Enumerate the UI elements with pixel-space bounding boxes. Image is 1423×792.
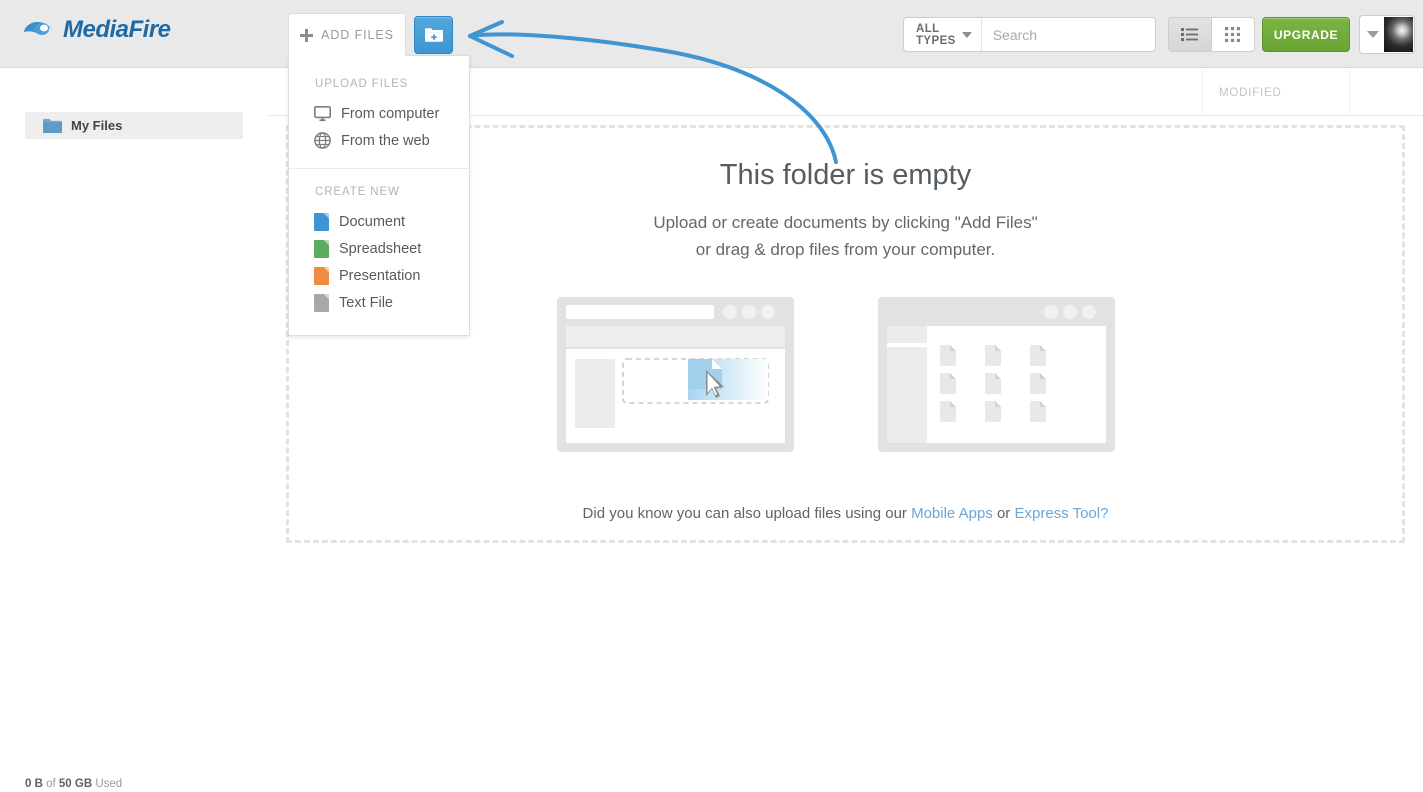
menu-section-create-new-title: CREATE NEW <box>315 186 400 198</box>
mediafire-flame-logo-icon <box>24 22 51 35</box>
sidebar: My Files 0 B of 50 GB Used <box>0 69 268 792</box>
sidebar-item-my-files[interactable]: My Files <box>25 112 243 139</box>
sidebar-item-label: My Files <box>71 118 123 133</box>
menu-item-label: From the web <box>341 132 430 149</box>
menu-item-spreadsheet[interactable]: Spreadsheet <box>289 235 471 262</box>
browser-file-grid-illustration <box>878 297 1115 452</box>
menu-item-label: Document <box>339 213 406 230</box>
storage-total: 50 GB <box>58 778 93 790</box>
storage-of-label: of <box>46 778 56 790</box>
hint-prefix: Did you know you can also upload files u… <box>582 505 912 522</box>
menu-divider <box>289 168 471 169</box>
menu-item-from-computer[interactable]: From computer <box>289 100 471 127</box>
globe-icon <box>314 132 331 149</box>
type-filter-dropdown[interactable]: ALL TYPES <box>904 18 982 51</box>
menu-item-label: Text File <box>339 294 393 311</box>
hint-middle: or <box>992 505 1015 522</box>
chevron-down-icon <box>1367 31 1379 38</box>
express-tool-link[interactable]: Express Tool? <box>1014 505 1108 522</box>
menu-item-from-the-web[interactable]: From the web <box>289 127 471 154</box>
add-files-label: ADD FILES <box>321 28 394 42</box>
upgrade-button[interactable]: UPGRADE <box>1262 17 1350 52</box>
menu-item-presentation[interactable]: Presentation <box>289 262 471 289</box>
storage-used-label: Used <box>95 778 123 790</box>
app-header: MediaFire ADD FILES ALL TYPES Search UPG… <box>0 0 1423 68</box>
avatar <box>1384 17 1413 52</box>
search-box[interactable]: ALL TYPES <box>903 17 1194 52</box>
new-folder-icon <box>424 28 443 42</box>
column-modified-label: MODIFIED <box>1219 86 1282 99</box>
upload-hint: Did you know you can also upload files u… <box>268 505 1423 522</box>
grid-view-button[interactable] <box>1212 18 1255 51</box>
text-file-icon <box>314 293 329 312</box>
plus-icon <box>300 28 314 42</box>
list-view-button[interactable] <box>1169 18 1212 51</box>
presentation-file-icon <box>314 266 329 285</box>
mediafire-app: MediaFire ADD FILES ALL TYPES Search UPG… <box>0 0 1423 792</box>
spreadsheet-file-icon <box>314 239 329 258</box>
mobile-apps-link[interactable]: Mobile Apps <box>911 505 993 522</box>
type-filter-label: ALL TYPES <box>916 22 956 47</box>
folder-icon <box>43 119 62 133</box>
menu-item-label: Presentation <box>339 267 421 284</box>
menu-item-document[interactable]: Document <box>289 208 471 235</box>
storage-usage-text: 0 B of 50 GB Used <box>25 778 122 790</box>
list-view-icon <box>1181 28 1199 41</box>
empty-subtitle-line2: or drag & drop files from your computer. <box>695 240 996 259</box>
brand-logo[interactable]: MediaFire <box>22 16 171 44</box>
menu-item-text-file[interactable]: Text File <box>289 289 471 316</box>
search-input[interactable] <box>981 18 1174 51</box>
monitor-icon <box>314 105 331 121</box>
new-folder-button[interactable] <box>414 16 453 54</box>
add-files-dropdown-menu: UPLOAD FILES From computer From the web … <box>288 55 471 336</box>
storage-used: 0 B <box>25 778 43 790</box>
account-menu[interactable] <box>1359 15 1415 54</box>
view-toggle[interactable] <box>1168 17 1255 52</box>
browser-drag-drop-illustration <box>557 297 794 452</box>
add-files-button[interactable]: ADD FILES <box>288 13 406 56</box>
menu-section-upload-files-title: UPLOAD FILES <box>315 78 409 90</box>
chevron-down-icon <box>961 31 972 38</box>
document-file-icon <box>314 212 329 231</box>
column-modified[interactable]: MODIFIED <box>1202 69 1350 116</box>
menu-item-label: Spreadsheet <box>339 240 422 257</box>
grid-view-icon <box>1225 27 1241 42</box>
menu-item-label: From computer <box>341 105 440 122</box>
empty-subtitle-line1: Upload or create documents by clicking "… <box>653 213 1038 232</box>
brand-name: MediaFire <box>63 16 171 43</box>
